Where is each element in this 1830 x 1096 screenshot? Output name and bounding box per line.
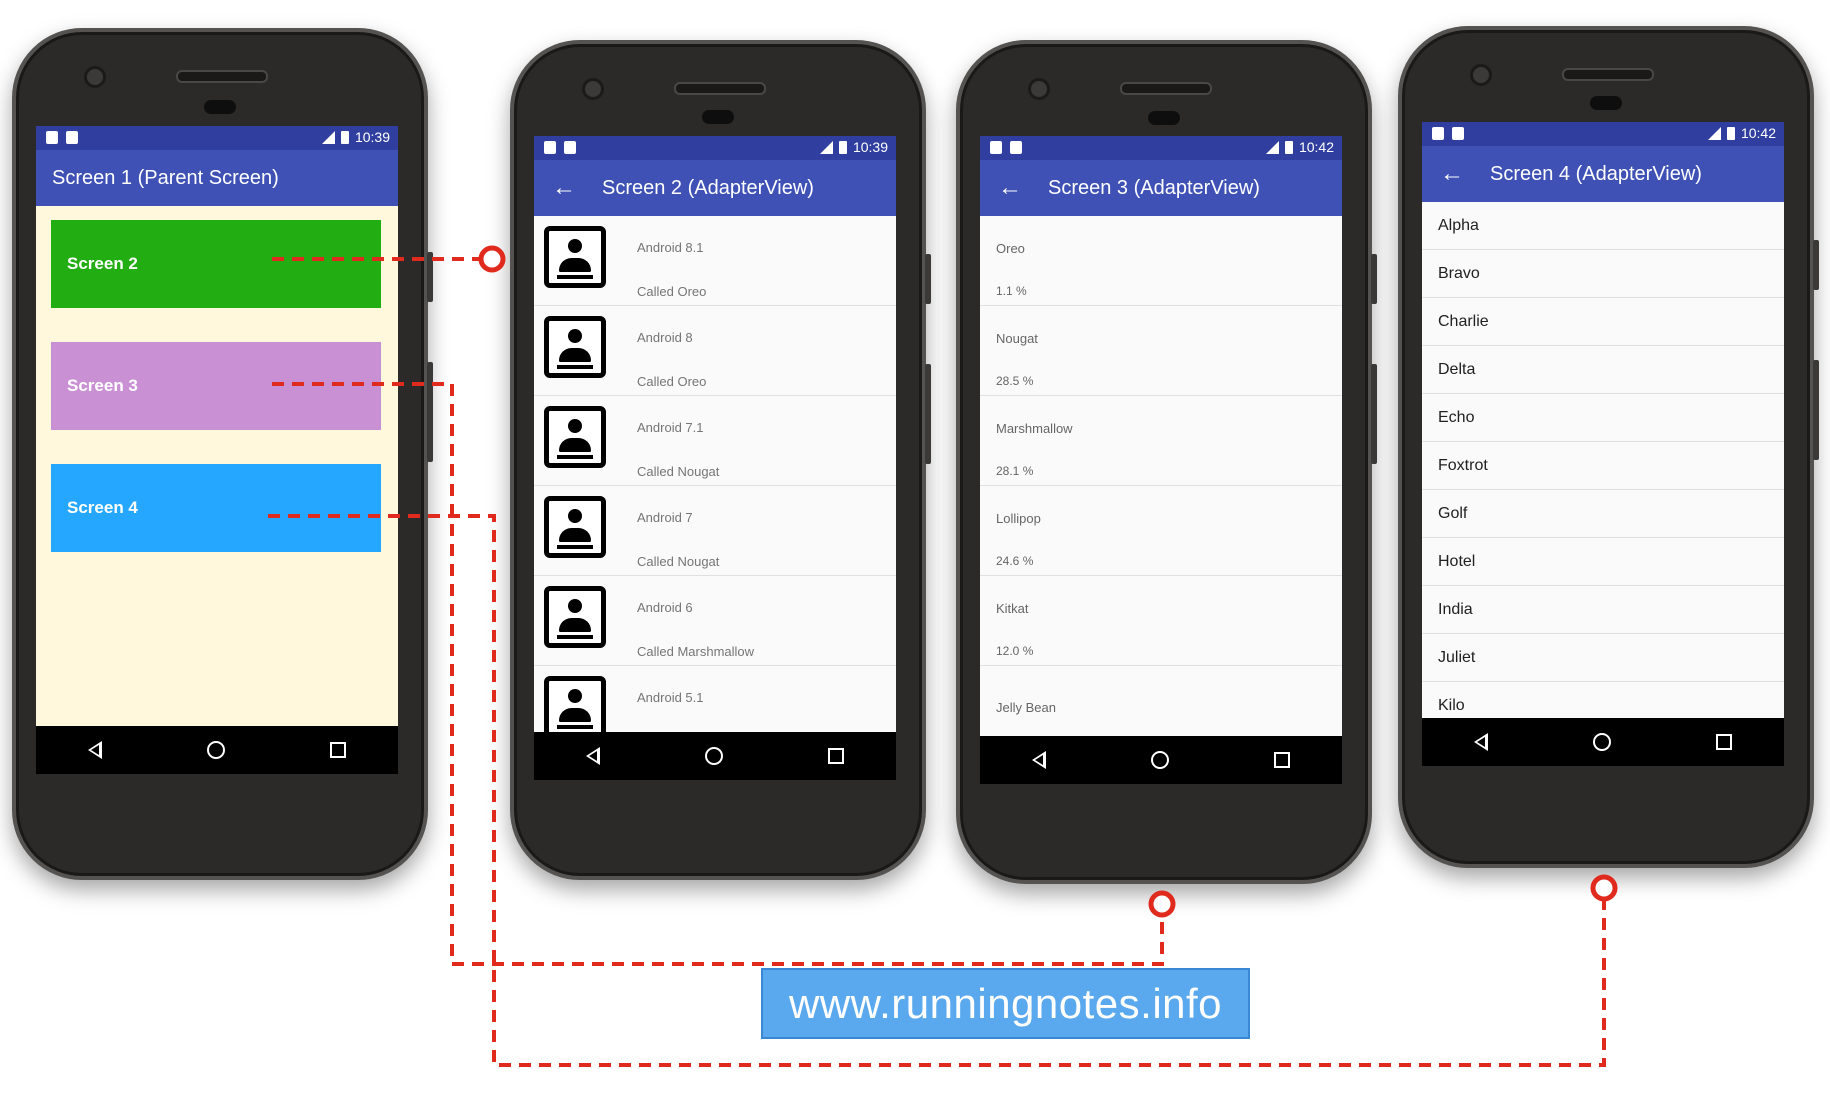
connector-end-screen2 [478, 245, 506, 273]
connector-end-screen4 [1590, 874, 1618, 902]
watermark-banner: www.runningnotes.info [761, 968, 1250, 1039]
navigation-connectors [268, 245, 1618, 1067]
connector-screen3 [272, 382, 1164, 966]
connector-end-screen3 [1148, 890, 1176, 918]
